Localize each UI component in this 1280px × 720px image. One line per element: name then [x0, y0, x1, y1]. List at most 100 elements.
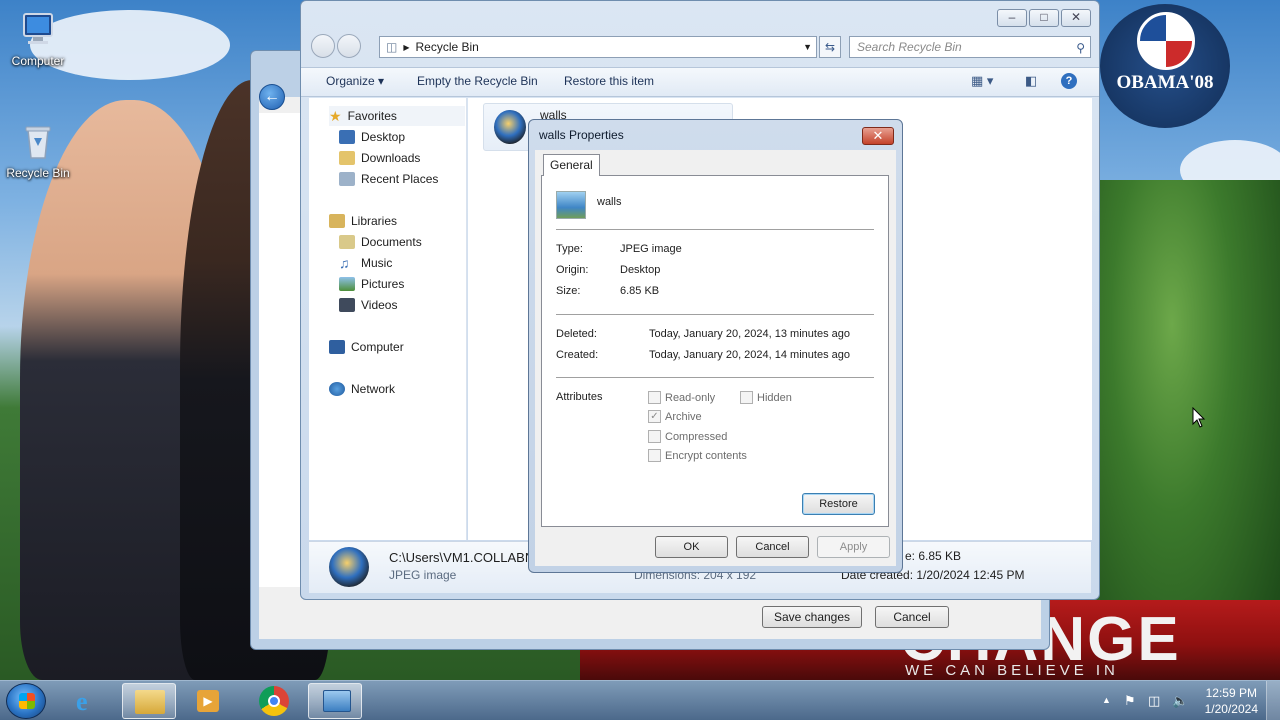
type-label: Type: — [556, 243, 583, 255]
nav-label: Recent Places — [361, 172, 439, 186]
dialog-close-button[interactable]: ✕ — [862, 127, 894, 145]
hidden-checkbox[interactable]: Hidden — [740, 391, 792, 404]
size-value: 6.85 KB — [620, 285, 660, 297]
taskbar-internet-explorer[interactable]: e — [64, 683, 118, 719]
encrypt-checkbox[interactable]: Encrypt contents — [648, 449, 747, 462]
nav-videos[interactable]: Videos — [339, 295, 397, 315]
nav-label: Music — [361, 256, 393, 270]
recycle-bin-icon — [18, 122, 58, 162]
nav-network[interactable]: Network — [329, 379, 395, 399]
search-input[interactable]: Search Recycle Bin ⚲ — [849, 36, 1091, 58]
recycle-bin-small-icon: ◫ — [386, 40, 398, 54]
nav-favorites[interactable]: ★ Favorites — [329, 106, 465, 126]
nav-libraries[interactable]: Libraries — [329, 211, 397, 231]
system-clock[interactable]: 12:59 PM 1/20/2024 — [1205, 685, 1258, 717]
trees-decoration — [1100, 180, 1280, 660]
origin-value: Desktop — [620, 264, 661, 276]
checkbox-label: Read-only — [665, 391, 716, 404]
clock-date: 1/20/2024 — [1204, 702, 1258, 716]
window-caption-buttons: – □ ✕ — [997, 9, 1091, 27]
show-hidden-icons-icon[interactable]: ▲ — [1102, 695, 1111, 705]
nav-label: Documents — [361, 235, 422, 249]
chevron-down-icon[interactable]: ▼ — [803, 42, 812, 52]
volume-muted-icon[interactable]: 🔈 — [1172, 693, 1188, 709]
nav-recent-places[interactable]: Recent Places — [339, 169, 438, 189]
refresh-button[interactable]: ⇆ — [819, 36, 841, 58]
taskbar-control-panel[interactable] — [308, 683, 362, 719]
taskbar-chrome[interactable] — [246, 683, 300, 719]
show-desktop-button[interactable] — [1266, 681, 1280, 720]
desktop-icon-label: Computer — [11, 54, 65, 68]
details-path: C:\Users\VM1.COLLABN — [389, 550, 535, 565]
cancel-button[interactable]: Cancel — [736, 536, 809, 558]
checkbox-box — [740, 391, 753, 404]
deleted-value: Today, January 20, 2024, 13 minutes ago — [649, 328, 850, 340]
created-label: Created: — [556, 349, 599, 361]
file-thumbnail-icon — [494, 110, 526, 144]
tab-general[interactable]: General — [543, 154, 600, 176]
apply-button[interactable]: Apply — [817, 536, 890, 558]
taskbar-windows-explorer[interactable] — [122, 683, 176, 719]
start-button[interactable] — [6, 683, 46, 719]
forward-button[interactable] — [337, 34, 361, 58]
back-cancel-button[interactable]: Cancel — [875, 606, 949, 628]
type-value: JPEG image — [620, 243, 682, 255]
taskbar-media-player[interactable]: ▶ — [180, 683, 234, 719]
restore-item-button[interactable]: Restore this item — [564, 74, 654, 88]
checkbox-box — [648, 430, 661, 443]
properties-dialog[interactable]: walls Properties ✕ General walls Type: J… — [528, 119, 903, 573]
desktop-icon-recycle-bin[interactable]: Recycle Bin — [0, 122, 76, 180]
navigation-pane: ★ Favorites Desktop Downloads Recent Pla… — [309, 98, 467, 540]
address-bar[interactable]: ◫ ▶ Recycle Bin ▼ — [379, 36, 817, 58]
checkbox-label: Encrypt contents — [665, 449, 747, 462]
help-icon[interactable]: ? — [1061, 73, 1077, 89]
back-arrow-icon[interactable]: ← — [259, 84, 285, 110]
archive-checkbox[interactable]: ✓ Archive — [648, 410, 702, 423]
nav-downloads[interactable]: Downloads — [339, 148, 420, 168]
clock-time: 12:59 PM — [1205, 686, 1257, 700]
nav-arrows — [311, 34, 361, 58]
image-file-icon — [556, 191, 586, 219]
view-options-icon[interactable]: ▦ ▾ — [971, 73, 993, 89]
details-type: JPEG image — [389, 568, 457, 582]
file-name-field[interactable]: walls — [597, 196, 621, 208]
control-panel-icon — [323, 690, 351, 712]
logo-text: OBAMA'08 — [1116, 72, 1214, 93]
readonly-checkbox[interactable]: Read-only — [648, 391, 715, 404]
nav-desktop[interactable]: Desktop — [339, 127, 405, 147]
checkbox-box — [648, 391, 661, 404]
search-icon[interactable]: ⚲ — [1076, 38, 1085, 58]
organize-label: Organize — [326, 74, 375, 88]
save-changes-button[interactable]: Save changes — [762, 606, 862, 628]
chrome-icon-center — [268, 695, 280, 707]
deleted-label: Deleted: — [556, 328, 597, 340]
libraries-icon — [329, 214, 345, 228]
checkbox-label: Archive — [665, 410, 702, 423]
action-center-flag-icon[interactable]: ⚑ — [1124, 693, 1136, 709]
nav-label: Pictures — [361, 277, 405, 291]
dialog-title: walls Properties — [539, 128, 624, 142]
preview-pane-icon[interactable]: ◧ — [1025, 73, 1037, 89]
close-button[interactable]: ✕ — [1061, 9, 1091, 27]
nav-label: Favorites — [347, 109, 397, 123]
nav-pictures[interactable]: Pictures — [339, 274, 404, 294]
restore-button[interactable]: Restore — [802, 493, 875, 515]
separator — [556, 229, 874, 230]
desktop-icon-computer[interactable]: Computer — [0, 10, 76, 68]
ok-button[interactable]: OK — [655, 536, 728, 558]
created-value: Today, January 20, 2024, 14 minutes ago — [649, 349, 850, 361]
organize-menu[interactable]: Organize ▾ — [326, 74, 384, 88]
nav-music[interactable]: ♫ Music — [339, 253, 392, 273]
minimize-button[interactable]: – — [997, 9, 1027, 27]
empty-recycle-bin-button[interactable]: Empty the Recycle Bin — [417, 74, 538, 88]
network-status-icon[interactable]: ◫ — [1148, 693, 1160, 709]
maximize-button[interactable]: □ — [1029, 9, 1059, 27]
internet-explorer-icon: e — [76, 687, 88, 716]
nav-label: Downloads — [361, 151, 421, 165]
back-button[interactable] — [311, 34, 335, 58]
network-icon — [329, 382, 345, 396]
pictures-icon — [339, 277, 355, 291]
nav-computer[interactable]: Computer — [329, 337, 404, 357]
nav-documents[interactable]: Documents — [339, 232, 422, 252]
compressed-checkbox[interactable]: Compressed — [648, 430, 727, 443]
